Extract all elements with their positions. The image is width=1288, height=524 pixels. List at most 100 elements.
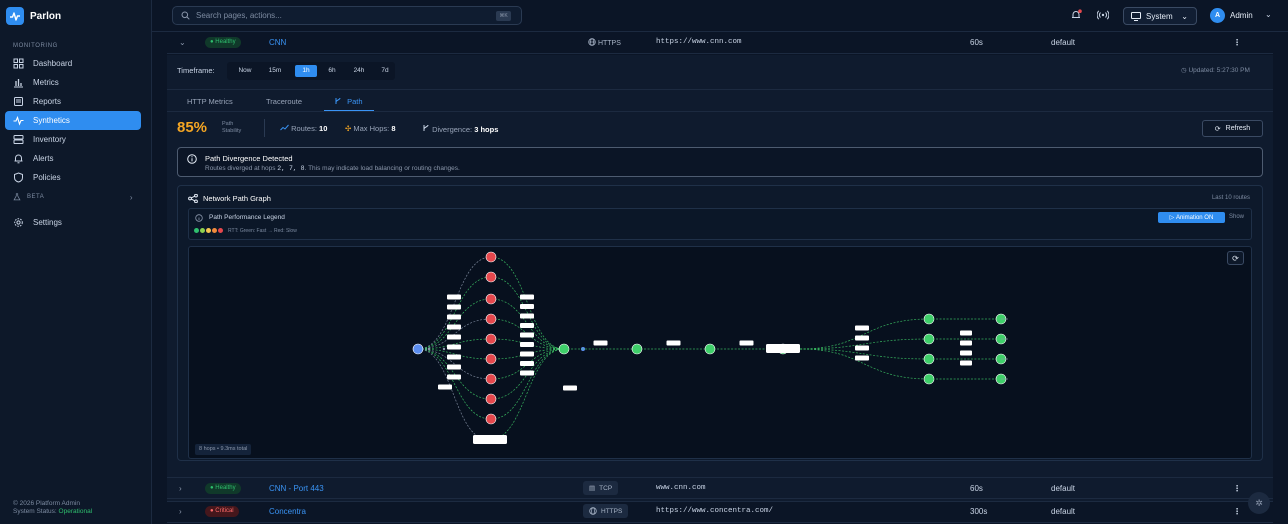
location-value: default (1051, 484, 1076, 493)
location-value: default (1051, 507, 1076, 516)
floating-action-button[interactable]: ✲ (1248, 492, 1270, 514)
path-edge (799, 318, 930, 350)
refresh-icon: ⟳ (1214, 125, 1221, 133)
divider (167, 89, 1273, 90)
table-row[interactable]: ⌄ ● Healthy CNN HTTPS https://www.cnn.co… (167, 32, 1273, 54)
path-edge (490, 276, 565, 350)
path-edge-label (855, 325, 869, 331)
sidebar-item-label: Settings (33, 218, 62, 227)
user-name[interactable]: Admin (1230, 11, 1253, 20)
nav-group-beta[interactable]: BETA › (5, 189, 141, 205)
sidebar-item-policies[interactable]: Policies (5, 168, 141, 187)
broadcast-button[interactable] (1096, 9, 1110, 21)
timeframe-24h[interactable]: 24h (347, 65, 371, 77)
report-icon (14, 97, 23, 106)
chevron-down-icon[interactable]: ⌄ (179, 38, 186, 47)
sidebar-item-dashboard[interactable]: Dashboard (5, 54, 141, 73)
timeframe-now[interactable]: Now (231, 65, 259, 77)
status-badge: ● Healthy (205, 37, 241, 48)
monitor-name-link[interactable]: CNN - Port 443 (269, 484, 324, 493)
sidebar-item-alerts[interactable]: Alerts (5, 149, 141, 168)
more-options-icon[interactable]: ⋮ (1233, 38, 1241, 47)
sidebar-item-inventory[interactable]: Inventory (5, 130, 141, 149)
brand-name[interactable]: Parlon (30, 11, 61, 22)
grid-icon (13, 58, 24, 69)
brand-logo-icon[interactable] (6, 7, 24, 25)
timeframe-7d[interactable]: 7d (375, 65, 395, 77)
path-node (485, 313, 497, 325)
timeframe-15m[interactable]: 15m (263, 65, 287, 77)
sidebar-item-label: Inventory (33, 135, 66, 144)
top-bar: ⌘K System ⌄ A Admin ⌄ (152, 0, 1288, 32)
sidebar-item-synthetics[interactable]: Synthetics (5, 111, 141, 130)
timeframe-label: Timeframe: (177, 66, 215, 75)
broadcast-icon (1096, 10, 1110, 20)
divergence-stat: Divergence: 3 hops (422, 124, 498, 134)
timeframe-6h[interactable]: 6h (321, 65, 343, 77)
search-icon (181, 11, 190, 20)
sidebar-item-reports[interactable]: Reports (5, 92, 141, 111)
more-options-icon[interactable]: ⋮ (1233, 507, 1241, 516)
routes-stat: Routes: 10 (280, 124, 327, 133)
monitor-name-link[interactable]: CNN (269, 38, 286, 47)
path-edge-label (520, 323, 534, 328)
interval-value: 60s (970, 38, 983, 47)
show-toggle[interactable]: Show (1229, 214, 1244, 220)
bar-chart-icon (14, 79, 23, 88)
path-node (442, 347, 446, 351)
tab-http-metrics[interactable]: HTTP Metrics (187, 97, 233, 106)
globe-icon (588, 38, 596, 46)
more-options-icon[interactable]: ⋮ (1233, 484, 1241, 493)
theme-system-dropdown[interactable]: System ⌄ (1123, 7, 1197, 25)
path-node (427, 347, 431, 351)
trend-icon (280, 124, 289, 131)
path-node (631, 343, 643, 355)
path-graph-canvas[interactable]: ⟳ 8 hops • 9.3ms total (188, 246, 1252, 459)
branch-icon (423, 124, 429, 131)
path-node (485, 271, 497, 283)
alert-message: Routes diverged at hops 2, 7, 8. This ma… (205, 165, 460, 172)
path-edge-label (447, 304, 461, 310)
tab-path[interactable]: Path (334, 97, 363, 106)
sidebar-item-settings[interactable]: Settings (5, 213, 141, 232)
max-hops-stat: ✣ Max Hops: 8 (345, 124, 396, 133)
monitor-icon (1131, 11, 1141, 21)
location-value: default (1051, 38, 1076, 47)
timeframe-1h[interactable]: 1h (295, 65, 317, 77)
search-input[interactable] (196, 11, 486, 20)
table-row[interactable]: › ● Healthy CNN - Port 443 ▤ TCP www.cnn.… (167, 477, 1273, 499)
path-edge-label (520, 342, 534, 347)
path-edge-label (739, 340, 754, 346)
refresh-button[interactable]: ⟳ Refresh (1202, 120, 1263, 137)
hops-icon: ✣ (345, 124, 352, 133)
path-edge-label (666, 340, 681, 346)
flask-icon (13, 193, 21, 201)
animation-toggle-button[interactable]: ▷ Animation ON (1158, 212, 1225, 223)
chevron-right-icon[interactable]: › (179, 507, 182, 516)
legend-dot (218, 228, 223, 233)
path-node (485, 393, 497, 405)
network-path-graph-card: Network Path Graph Last 10 routes Path P… (177, 185, 1263, 461)
notifications-button[interactable] (1070, 9, 1082, 21)
system-label: System (1146, 11, 1173, 21)
monitor-detail-panel: Timeframe: Now 15m 1h 6h 24h 7d ◷ Update… (167, 55, 1273, 502)
chevron-down-icon: ⌄ (1181, 11, 1188, 21)
monitor-name-link[interactable]: Concentra (269, 507, 306, 516)
avatar[interactable]: A (1210, 8, 1225, 23)
sidebar-item-metrics[interactable]: Metrics (5, 73, 141, 92)
search-bar[interactable]: ⌘K (172, 6, 522, 25)
pulse-icon (13, 115, 24, 126)
server-icon (13, 135, 24, 144)
chevron-right-icon[interactable]: › (179, 484, 182, 493)
tab-traceroute[interactable]: Traceroute (266, 97, 302, 106)
path-edge-label (520, 351, 534, 357)
chevron-down-icon[interactable]: ⌄ (1265, 10, 1272, 19)
target-url: www.cnn.com (656, 484, 706, 492)
path-edge-label (855, 355, 869, 361)
server-icon: ▤ (589, 485, 596, 492)
path-edge-label (438, 384, 452, 390)
path-node (485, 293, 497, 305)
divergence-alert: Path Divergence Detected Routes diverged… (177, 147, 1263, 177)
path-edge-label (520, 370, 534, 376)
table-row[interactable]: › ● Critical Concentra HTTPS https://www… (167, 501, 1273, 523)
